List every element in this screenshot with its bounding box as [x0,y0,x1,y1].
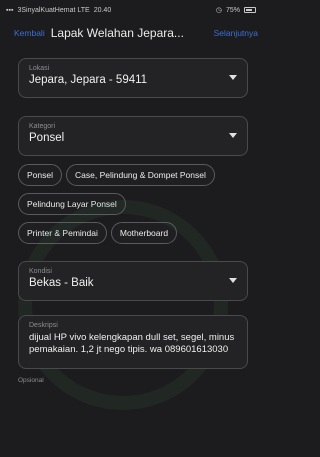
category-value: Ponsel [29,132,65,144]
condition-field[interactable]: Kondisi Bekas - Baik [18,261,248,301]
chevron-down-icon [229,278,237,283]
location-field[interactable]: Lokasi Jepara, Jepara - 59411 [18,58,248,98]
nav-bar: Kembali Lapak Welahan Jepara... Selanjut… [0,20,262,46]
chip-pelindung-layar[interactable]: Pelindung Layar Ponsel [18,193,126,215]
chip-case-pelindung-dompet[interactable]: Case, Pelindung & Dompet Ponsel [66,164,215,186]
page-title: Lapak Welahan Jepara... [50,26,184,40]
category-suggestions: Ponsel Case, Pelindung & Dompet Ponsel P… [18,164,248,251]
optional-label: Opsional [18,377,44,384]
battery-percent: 75% [225,6,240,14]
form: Lokasi Jepara, Jepara - 59411 Kategori P… [0,46,262,384]
chevron-down-icon [229,133,237,138]
signal-icon: ▪▪▪ [6,6,14,14]
description-label: Deskripsi [29,322,58,329]
category-label: Kategori [29,123,56,130]
description-field[interactable]: Deskripsi dijual HP vivo kelengkapan dul… [18,315,248,369]
description-text[interactable]: dijual HP vivo kelengkapan dull set, seg… [29,332,237,356]
next-button[interactable]: Selanjutnya [214,28,258,38]
location-label: Lokasi [29,65,50,72]
alarm-icon: ◷ [215,7,222,14]
condition-value: Bekas - Baik [29,277,94,289]
location-value: Jepara, Jepara - 59411 [29,74,148,86]
condition-label: Kondisi [29,268,52,275]
chip-printer-pemindai[interactable]: Printer & Pemindai [18,222,107,244]
chip-ponsel[interactable]: Ponsel [18,164,62,186]
clock: 20.40 [93,6,112,14]
category-field[interactable]: Kategori Ponsel [18,116,248,156]
back-button[interactable]: Kembali [14,28,45,38]
battery-icon [244,7,256,13]
carrier-label: 3SinyalKuatHemat LTE [17,6,90,14]
status-bar: ▪▪▪ 3SinyalKuatHemat LTE 20.40 ◷ 75% [0,0,262,20]
chevron-down-icon [229,75,237,80]
chip-motherboard[interactable]: Motherboard [110,222,178,244]
